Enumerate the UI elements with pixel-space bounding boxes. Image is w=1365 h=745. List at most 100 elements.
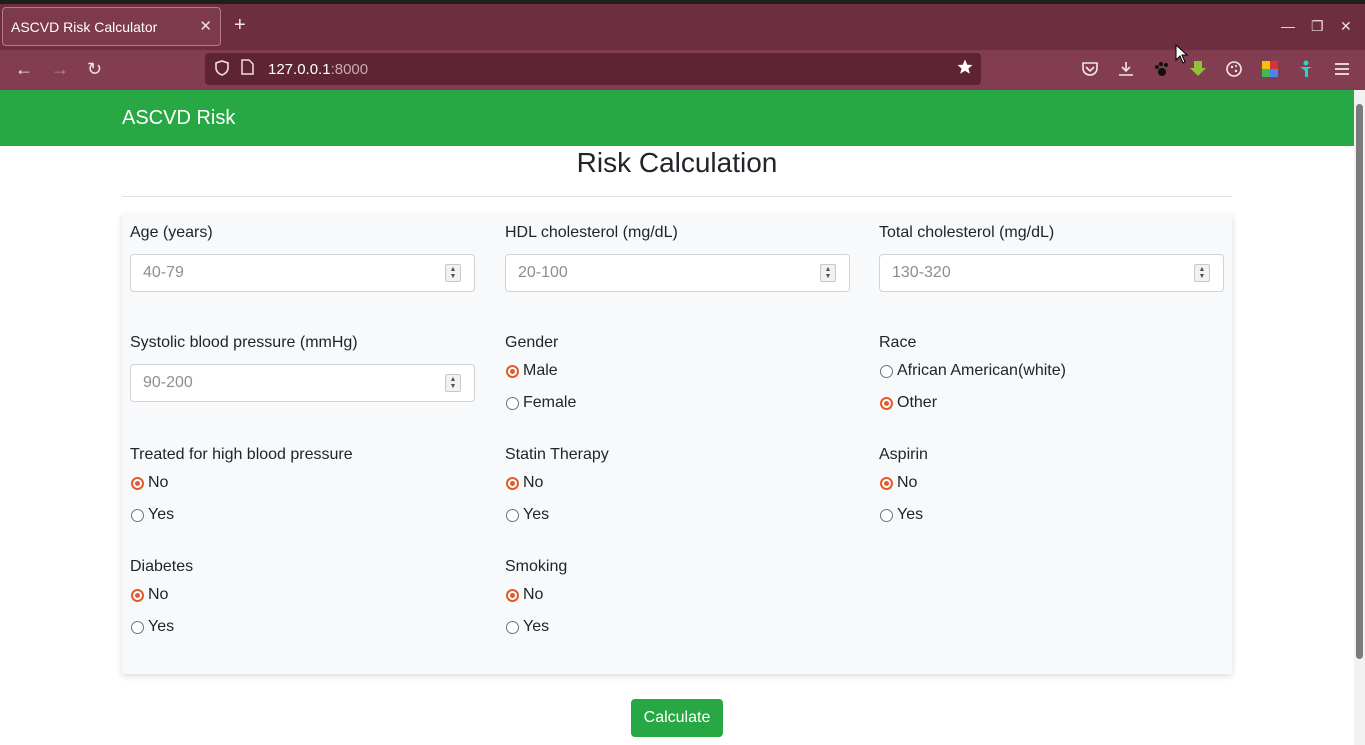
total-cholesterol-input-box[interactable]: ▲▼ — [879, 254, 1224, 292]
browser-tab[interactable]: ASCVD Risk Calculator ✕ — [2, 7, 221, 46]
page-viewport: ASCVD Risk Risk Calculation Age (years) … — [0, 90, 1354, 745]
download-icon[interactable] — [1115, 59, 1137, 79]
spinner-icon[interactable]: ▲ ▼ — [445, 264, 461, 282]
smoking-label: Smoking — [505, 558, 568, 575]
gender-field: Gender Male Female — [505, 334, 850, 418]
sbp-input-box[interactable]: ▲▼ — [130, 364, 475, 402]
race-field: Race African American(white) Other — [879, 334, 1224, 418]
age-input[interactable] — [131, 255, 455, 291]
radio-checked[interactable] — [506, 365, 519, 378]
tab-close-icon[interactable]: ✕ — [199, 17, 212, 35]
radio-label: Yes — [523, 506, 550, 523]
address-bar[interactable]: 127.0.0.1:8000 — [205, 53, 981, 85]
back-icon[interactable]: ← — [15, 59, 33, 80]
radio-unchecked[interactable] — [506, 621, 519, 634]
radio-label: No — [148, 586, 169, 603]
extension-paw-icon[interactable] — [1151, 59, 1173, 79]
radio-label: Male — [523, 362, 558, 379]
aspirin-option-yes[interactable]: Yes — [879, 498, 1224, 530]
smoking-option-no[interactable]: No — [505, 578, 850, 610]
mouse-cursor-icon — [1175, 44, 1189, 64]
spinner-icon[interactable]: ▲ ▼ — [1194, 264, 1210, 282]
race-option-other[interactable]: Other — [879, 386, 1224, 418]
scrollbar-thumb[interactable] — [1356, 104, 1363, 659]
radio-label: African American(white) — [897, 362, 1066, 379]
smoking-option-yes[interactable]: Yes — [505, 610, 850, 642]
radio-unchecked[interactable] — [880, 509, 893, 522]
radio-unchecked[interactable] — [506, 509, 519, 522]
bookmark-star-icon[interactable] — [956, 58, 974, 76]
radio-label: No — [523, 586, 544, 603]
total-cholesterol-label: Total cholesterol (mg/dL) — [879, 224, 1055, 241]
radio-label: Other — [897, 394, 938, 411]
forward-icon[interactable]: → — [51, 59, 69, 80]
hdl-field: HDL cholesterol (mg/dL) ▲▼ — [505, 224, 850, 292]
calculate-button[interactable]: Calculate — [631, 699, 723, 737]
aspirin-option-no[interactable]: No — [879, 466, 1224, 498]
spinner-icon[interactable]: ▲ ▼ — [820, 264, 836, 282]
radio-label: Yes — [897, 506, 924, 523]
window-close-icon[interactable]: ✕ — [1340, 18, 1352, 35]
radio-unchecked[interactable] — [880, 365, 893, 378]
total-cholesterol-field: Total cholesterol (mg/dL) ▲▼ — [879, 224, 1224, 292]
restore-icon[interactable]: ❐ — [1311, 18, 1324, 35]
radio-checked[interactable] — [880, 397, 893, 410]
diabetes-field: Diabetes No Yes — [130, 558, 475, 642]
radio-label: Yes — [523, 618, 550, 635]
page-title: Risk Calculation — [576, 147, 778, 178]
race-label: Race — [879, 334, 917, 351]
sbp-input[interactable] — [131, 365, 455, 401]
extension-color-icon[interactable] — [1259, 59, 1281, 79]
radio-label: No — [897, 474, 918, 491]
url-port: :8000 — [330, 61, 369, 78]
browser-toolbar: ← → ↻ 127.0.0.1:8000 — [0, 50, 1365, 90]
treated-bp-option-yes[interactable]: Yes — [130, 498, 475, 530]
radio-checked[interactable] — [880, 477, 893, 490]
race-option-african-american[interactable]: African American(white) — [879, 354, 1224, 386]
tab-title: ASCVD Risk Calculator — [11, 19, 158, 35]
spinner-icon[interactable]: ▲ ▼ — [445, 374, 461, 392]
extension-arrow-icon[interactable] — [1187, 59, 1209, 79]
treated-bp-option-no[interactable]: No — [130, 466, 475, 498]
minimize-icon[interactable]: — — [1281, 18, 1295, 34]
statin-option-no[interactable]: No — [505, 466, 850, 498]
radio-checked[interactable] — [131, 589, 144, 602]
hdl-label: HDL cholesterol (mg/dL) — [505, 224, 678, 241]
radio-checked[interactable] — [506, 477, 519, 490]
url-host: 127.0.0.1 — [268, 61, 331, 78]
radio-unchecked[interactable] — [131, 621, 144, 634]
statin-field: Statin Therapy No Yes — [505, 446, 850, 530]
risk-form-card: Age (years) ▲▼ HDL cholesterol (mg/dL) ▲… — [122, 214, 1232, 674]
menu-icon[interactable] — [1331, 59, 1353, 79]
url-text[interactable]: 127.0.0.1:8000 — [268, 61, 368, 78]
pocket-icon[interactable] — [1079, 59, 1101, 79]
hdl-input-box[interactable]: ▲▼ — [505, 254, 850, 292]
statin-option-yes[interactable]: Yes — [505, 498, 850, 530]
treated-bp-field: Treated for high blood pressure No Yes — [130, 446, 475, 530]
title-divider — [122, 196, 1232, 197]
page-icon — [241, 59, 254, 75]
new-tab-icon[interactable]: + — [234, 15, 246, 35]
radio-label: Yes — [148, 618, 175, 635]
gender-option-female[interactable]: Female — [505, 386, 850, 418]
extension-figure-icon[interactable] — [1295, 59, 1317, 79]
gender-option-male[interactable]: Male — [505, 354, 850, 386]
navbar-brand[interactable]: ASCVD Risk — [122, 107, 235, 130]
reload-icon[interactable]: ↻ — [87, 59, 102, 80]
radio-unchecked[interactable] — [131, 509, 144, 522]
radio-label: No — [148, 474, 169, 491]
radio-checked[interactable] — [506, 589, 519, 602]
radio-unchecked[interactable] — [506, 397, 519, 410]
age-input-box[interactable]: ▲▼ — [130, 254, 475, 292]
extension-cookie-icon[interactable] — [1223, 59, 1245, 79]
diabetes-option-no[interactable]: No — [130, 578, 475, 610]
page-scrollbar[interactable] — [1354, 90, 1365, 745]
shield-icon[interactable] — [215, 60, 229, 76]
total-cholesterol-input[interactable] — [880, 255, 1204, 291]
radio-checked[interactable] — [131, 477, 144, 490]
radio-label: No — [523, 474, 544, 491]
sbp-label: Systolic blood pressure (mmHg) — [130, 334, 358, 351]
aspirin-label: Aspirin — [879, 446, 928, 463]
diabetes-option-yes[interactable]: Yes — [130, 610, 475, 642]
hdl-input[interactable] — [506, 255, 830, 291]
